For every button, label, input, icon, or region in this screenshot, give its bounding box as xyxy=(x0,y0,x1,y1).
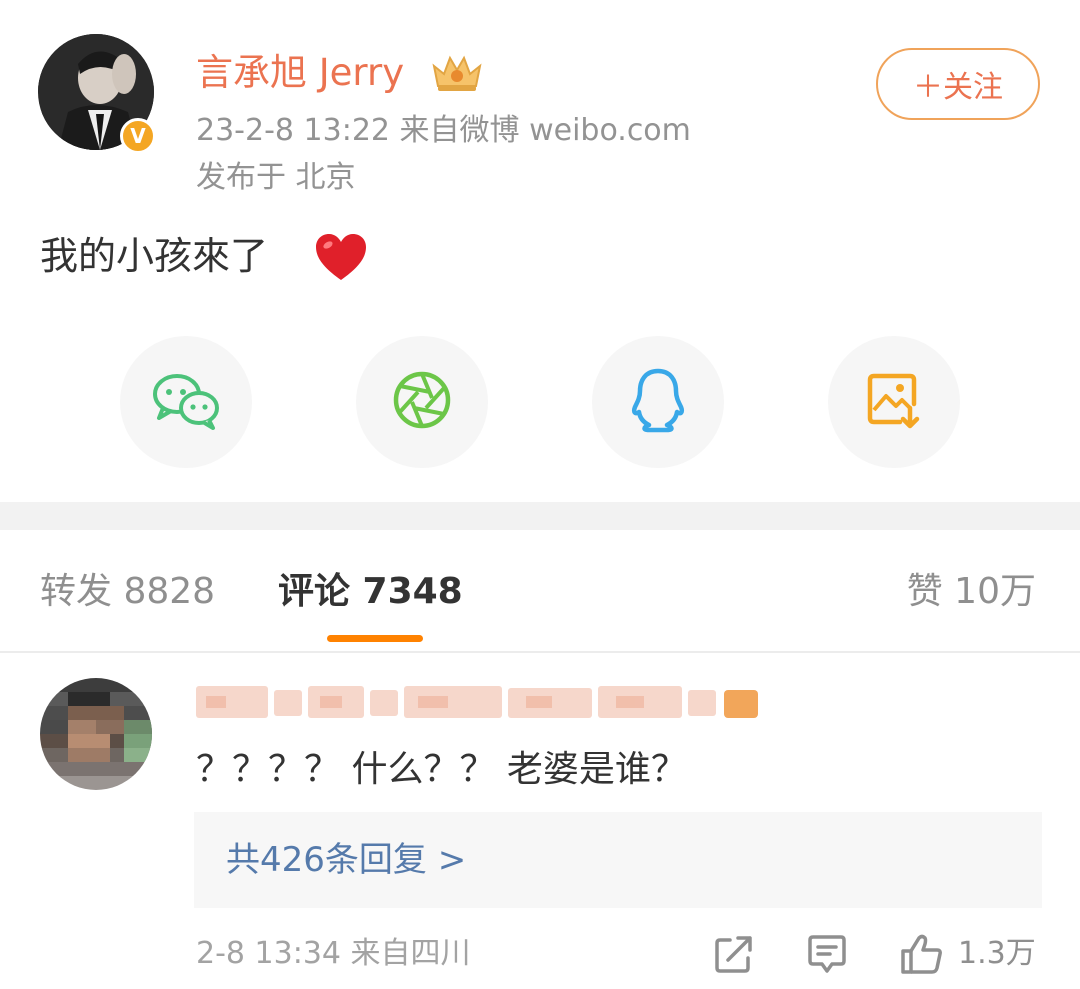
share-moments-button[interactable] xyxy=(356,336,488,468)
like-comment-icon[interactable] xyxy=(900,934,944,974)
tab-reposts[interactable]: 转发 8828 xyxy=(40,566,215,618)
tab-likes[interactable]: 赞 10万 xyxy=(907,566,1036,618)
commenter-name-blurred[interactable] xyxy=(196,682,762,722)
follow-button[interactable]: ＋关注 xyxy=(876,48,1040,120)
post-source: 来自微博 weibo.com xyxy=(399,113,691,148)
comment-like-count: 1.3万 xyxy=(958,936,1036,971)
post-text: 我的小孩來了 xyxy=(40,234,269,278)
post-meta: 23-2-8 13:22 来自微博 weibo.com xyxy=(196,111,691,151)
tabs-divider xyxy=(0,651,1080,653)
post-timestamp: 23-2-8 13:22 xyxy=(196,113,390,148)
qq-icon xyxy=(629,367,687,437)
comment-time: 2-8 13:34 来自四川 xyxy=(196,936,471,971)
author-name[interactable]: 言承旭 Jerry xyxy=(196,50,404,96)
active-tab-indicator xyxy=(327,635,423,642)
save-image-icon xyxy=(864,370,924,434)
share-wechat-button[interactable] xyxy=(120,336,252,468)
moments-icon xyxy=(390,368,454,436)
tab-comments[interactable]: 评论 7348 xyxy=(278,566,463,618)
comment-text: ？？？？ 什么？？ 老婆是谁？ xyxy=(196,749,687,790)
section-divider xyxy=(0,502,1080,530)
red-heart-icon xyxy=(314,232,368,284)
view-replies-link[interactable]: 共426条回复 > xyxy=(226,836,466,884)
reply-comment-icon[interactable] xyxy=(806,934,846,974)
share-qq-button[interactable] xyxy=(592,336,724,468)
save-image-button[interactable] xyxy=(828,336,960,468)
commenter-avatar[interactable] xyxy=(40,678,152,790)
verified-badge-icon: V xyxy=(120,118,156,154)
share-comment-icon[interactable] xyxy=(714,934,754,974)
crown-icon xyxy=(428,52,486,94)
post-location: 发布于 北京 xyxy=(196,160,356,195)
wechat-icon xyxy=(151,370,221,434)
